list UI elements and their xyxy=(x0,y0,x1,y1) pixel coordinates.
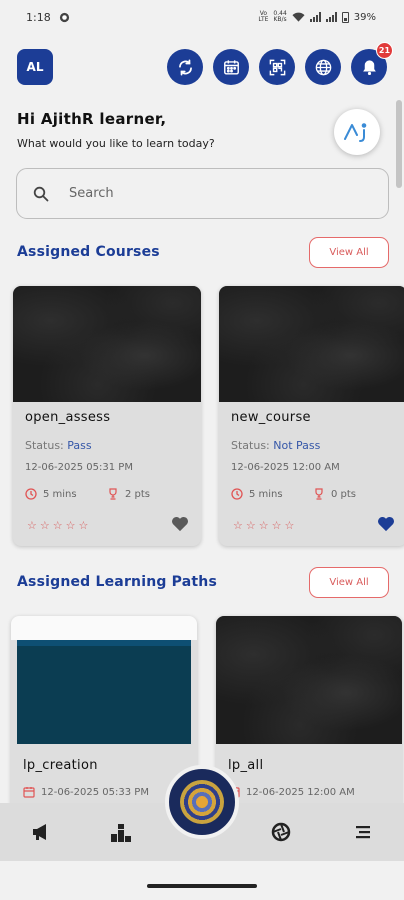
calendar-icon xyxy=(23,787,35,798)
explore-tab[interactable] xyxy=(270,821,292,843)
search-input[interactable] xyxy=(69,186,329,201)
leaderboard-icon xyxy=(111,824,131,842)
assigned-courses-title: Assigned Courses xyxy=(17,244,160,260)
course-status: Status: Pass xyxy=(25,439,92,452)
search-icon xyxy=(33,185,51,203)
ai-assistant-button[interactable] xyxy=(334,109,380,155)
favorite-icon[interactable] xyxy=(171,516,189,532)
learning-path-date: 12-06-2025 12:00 AM xyxy=(228,786,355,798)
course-date: 12-06-2025 05:31 PM xyxy=(25,462,133,473)
course-card[interactable]: new_course Status: Not Pass 12-06-2025 1… xyxy=(219,286,404,546)
learning-path-card[interactable]: lp_all 12-06-2025 12:00 AM xyxy=(216,616,402,816)
status-time: 1:18 xyxy=(26,10,51,24)
paths-view-all-button[interactable]: View All xyxy=(309,567,389,598)
search-bar[interactable] xyxy=(16,168,389,219)
calendar-icon xyxy=(223,59,239,75)
course-thumbnail xyxy=(13,286,201,402)
favorite-icon[interactable] xyxy=(377,516,395,532)
notification-badge: 21 xyxy=(376,42,393,59)
scan-button[interactable] xyxy=(259,49,295,85)
calendar-button[interactable] xyxy=(213,49,249,85)
rating-stars[interactable]: ☆ ☆ ☆ ☆ ☆ xyxy=(233,519,294,532)
course-thumbnail xyxy=(219,286,404,402)
trophy-icon xyxy=(109,488,117,500)
course-title: new_course xyxy=(231,410,311,425)
app-notification-icon xyxy=(59,12,69,22)
learning-path-date: 12-06-2025 05:33 PM xyxy=(23,786,149,798)
battery-percent: 39% xyxy=(353,11,376,23)
course-meta: 5 mins 2 pts xyxy=(25,488,189,500)
notifications-button[interactable]: 21 xyxy=(351,42,393,85)
top-bar: AL 21 xyxy=(17,42,393,85)
course-status: Status: Not Pass xyxy=(231,439,321,452)
globe-icon xyxy=(315,59,331,75)
refresh-button[interactable] xyxy=(167,49,203,85)
learning-path-title: lp_all xyxy=(228,758,264,773)
home-fab-icon xyxy=(180,780,224,824)
announcements-tab[interactable] xyxy=(30,821,52,843)
menu-tab[interactable] xyxy=(352,821,374,843)
network-speed: 0.44 KB/s xyxy=(273,10,287,23)
language-button[interactable] xyxy=(305,49,341,85)
ai-assistant-icon xyxy=(344,123,367,142)
aperture-icon xyxy=(271,822,291,842)
learning-path-title: lp_creation xyxy=(23,758,98,773)
course-meta: 5 mins 0 pts xyxy=(231,488,395,500)
signal-icon-2 xyxy=(325,12,337,22)
learning-paths-title: Assigned Learning Paths xyxy=(17,574,217,590)
course-title: open_assess xyxy=(25,410,111,425)
wifi-icon xyxy=(292,12,305,22)
avatar[interactable]: AL xyxy=(17,49,53,85)
course-date: 12-06-2025 12:00 AM xyxy=(231,462,340,473)
volte-indicator: Vo LTE xyxy=(258,10,269,23)
courses-view-all-button[interactable]: View All xyxy=(309,237,389,268)
status-bar: 1:18 Vo LTE 0.44 KB/s 39% xyxy=(0,0,404,34)
home-indicator[interactable] xyxy=(147,884,257,888)
leaderboard-tab[interactable] xyxy=(110,821,132,843)
battery-icon xyxy=(341,11,349,23)
signal-icon-1 xyxy=(309,12,321,22)
rating-stars[interactable]: ☆ ☆ ☆ ☆ ☆ xyxy=(27,519,88,532)
learning-path-thumbnail xyxy=(17,640,191,744)
refresh-icon xyxy=(178,59,192,75)
megaphone-icon xyxy=(33,824,46,840)
course-card[interactable]: open_assess Status: Pass 12-06-2025 05:3… xyxy=(13,286,201,546)
clock-icon xyxy=(231,488,243,500)
learning-path-thumbnail xyxy=(216,616,402,744)
greeting-title: Hi AjithR learner, xyxy=(17,110,167,128)
bell-icon xyxy=(362,59,376,75)
greeting-subtitle: What would you like to learn today? xyxy=(17,137,215,150)
menu-icon xyxy=(356,826,370,839)
home-fab-button[interactable] xyxy=(165,765,239,839)
clock-icon xyxy=(25,488,37,500)
trophy-icon xyxy=(315,488,323,500)
scan-icon xyxy=(269,59,285,75)
scrollbar[interactable] xyxy=(396,100,402,188)
